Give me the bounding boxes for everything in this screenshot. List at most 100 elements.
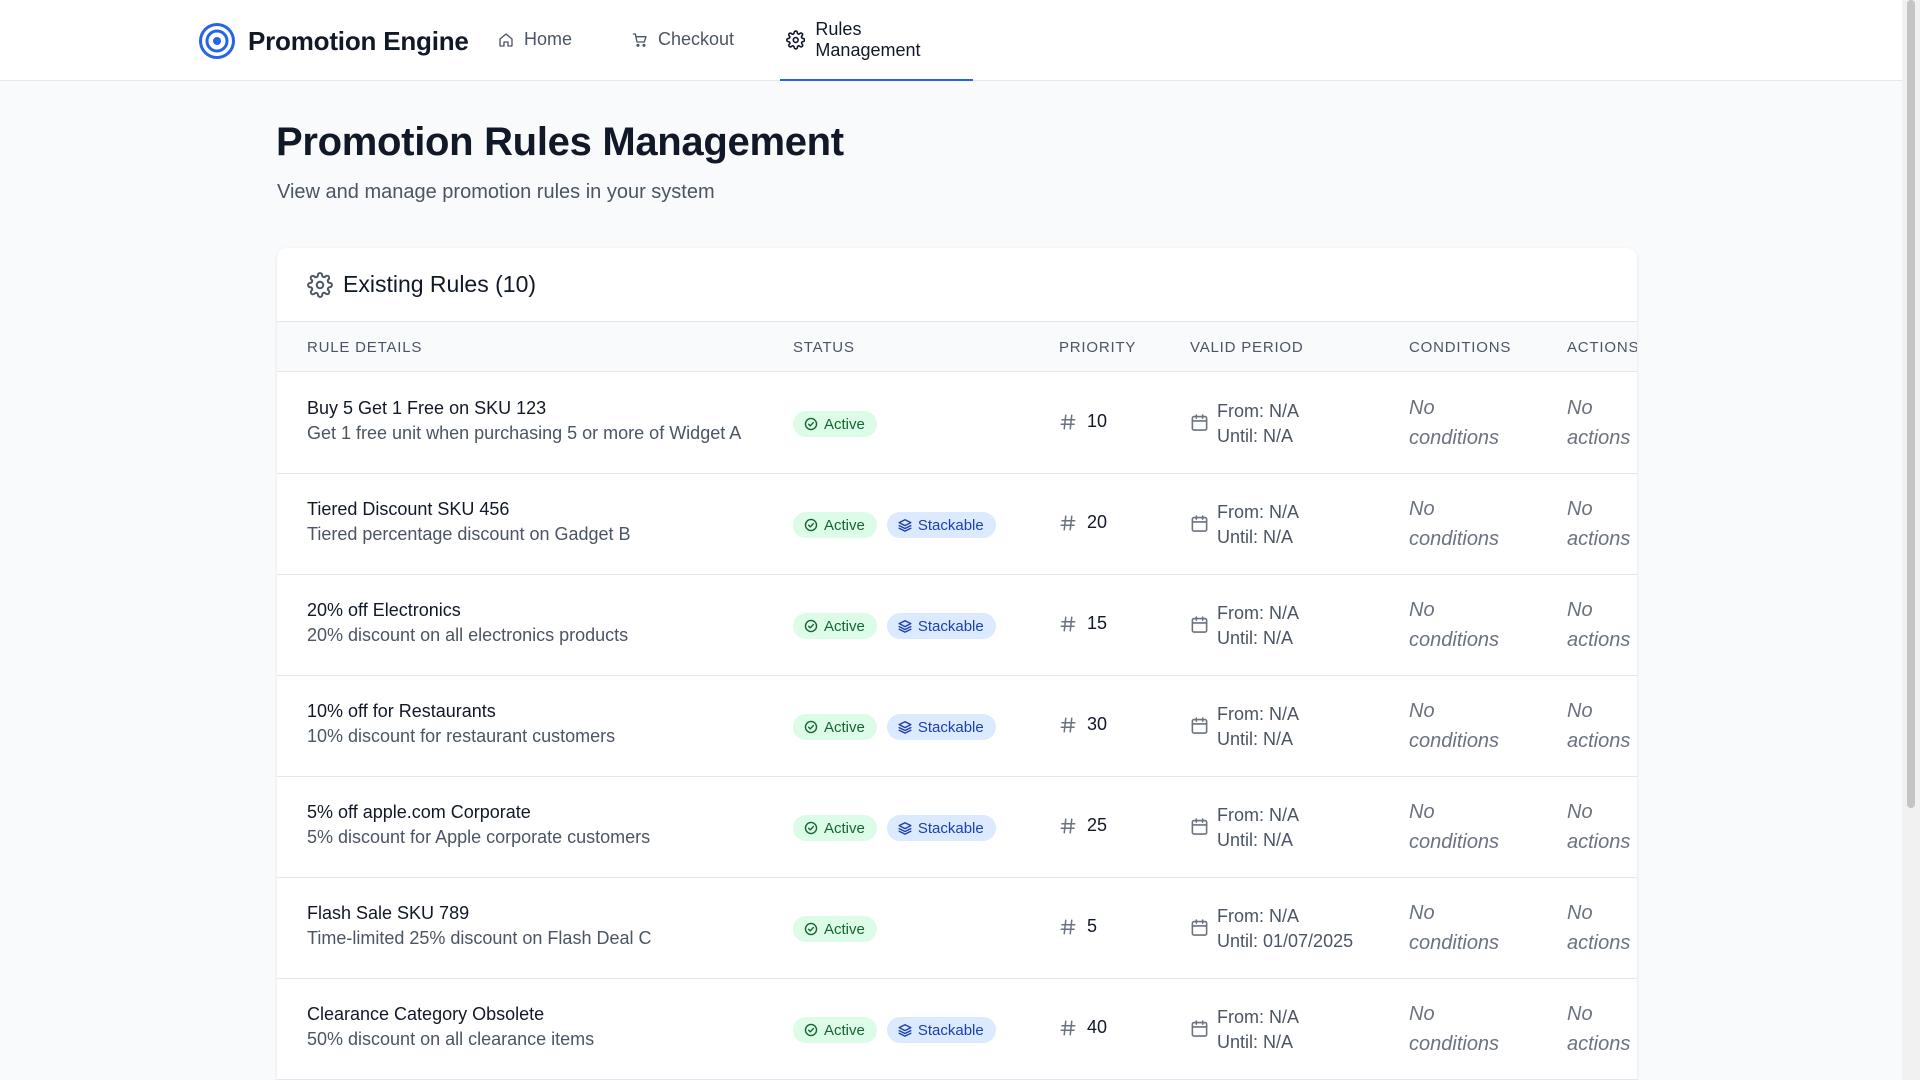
no-label: No bbox=[1567, 1003, 1593, 1025]
actions-label: actions bbox=[1567, 629, 1631, 651]
table-row[interactable]: 10% off for Restaurants 10% discount for … bbox=[277, 676, 1637, 777]
conditions-label: conditions bbox=[1409, 427, 1500, 449]
rule-valid-period: From: N/A Until: N/A bbox=[1190, 803, 1299, 853]
valid-from: From: N/A bbox=[1217, 805, 1300, 825]
table-row[interactable]: Tiered Discount SKU 456 Tiered percentage… bbox=[277, 474, 1637, 575]
rule-valid-period: From: N/A Until: N/A bbox=[1190, 399, 1299, 449]
valid-until: Until: N/A bbox=[1217, 628, 1294, 648]
conditions-label: conditions bbox=[1409, 528, 1500, 550]
rule-name: Clearance Category Obsolete bbox=[307, 1004, 545, 1024]
check-circle-icon bbox=[804, 417, 818, 431]
no-label: No bbox=[1409, 1003, 1435, 1025]
priority-value: 40 bbox=[1087, 1017, 1108, 1037]
rule-priority: 10 bbox=[1059, 411, 1107, 432]
col-conditions: Conditions bbox=[1409, 339, 1512, 356]
no-label: No bbox=[1409, 801, 1435, 823]
gear-icon bbox=[786, 29, 806, 50]
hash-icon bbox=[1060, 515, 1076, 530]
nav-checkout-label: Checkout bbox=[657, 29, 734, 49]
valid-until: Until: N/A bbox=[1217, 729, 1294, 749]
page-scrollbar[interactable] bbox=[1902, 0, 1920, 1080]
card-title: Existing Rules (10) bbox=[343, 271, 537, 297]
rule-name: 20% off Electronics bbox=[307, 600, 461, 620]
brand-name: Promotion Engine bbox=[248, 25, 469, 56]
rule-status: Active bbox=[793, 916, 877, 942]
rule-conditions: No conditions bbox=[1409, 494, 1519, 554]
no-label: No bbox=[1567, 801, 1593, 823]
check-circle-icon bbox=[804, 619, 818, 633]
priority-value: 10 bbox=[1087, 411, 1108, 431]
priority-value: 30 bbox=[1087, 714, 1108, 734]
rule-details: Buy 5 Get 1 Free on SKU 123 Get 1 free un… bbox=[307, 398, 741, 444]
no-label: No bbox=[1567, 599, 1593, 621]
table-row[interactable]: 5% off apple.com Corporate 5% discount fo… bbox=[277, 777, 1637, 878]
rule-details: 5% off apple.com Corporate 5% discount fo… bbox=[307, 802, 650, 848]
hash-icon bbox=[1060, 717, 1076, 732]
rule-priority: 25 bbox=[1059, 815, 1107, 836]
check-circle-icon bbox=[804, 518, 818, 532]
rule-actions: No actions bbox=[1567, 898, 1637, 958]
actions-label: actions bbox=[1567, 730, 1631, 752]
rule-priority: 20 bbox=[1059, 512, 1107, 533]
check-circle-icon bbox=[804, 720, 818, 734]
badge-label: Active bbox=[824, 516, 865, 534]
actions-label: actions bbox=[1567, 932, 1631, 954]
badge-label: Stackable bbox=[917, 1021, 984, 1039]
status-badge-stackable: Stackable bbox=[886, 1017, 996, 1043]
no-label: No bbox=[1567, 397, 1593, 419]
badge-label: Stackable bbox=[917, 718, 984, 736]
nav-home[interactable]: Home bbox=[492, 0, 578, 81]
no-label: No bbox=[1567, 498, 1593, 520]
scrollbar-thumb[interactable] bbox=[1907, 0, 1915, 808]
conditions-label: conditions bbox=[1409, 1033, 1500, 1055]
rule-actions: No actions bbox=[1567, 999, 1637, 1059]
actions-label: actions bbox=[1567, 831, 1631, 853]
rule-actions: No actions bbox=[1567, 494, 1637, 554]
table-row[interactable]: Flash Sale SKU 789 Time-limited 25% disco… bbox=[277, 878, 1637, 979]
rule-status: Active Stackable bbox=[793, 613, 996, 639]
rule-description: Time-limited 25% discount on Flash Deal … bbox=[307, 928, 652, 948]
hash-icon bbox=[1060, 616, 1076, 631]
rule-status: Active Stackable bbox=[793, 714, 996, 740]
rule-name: Flash Sale SKU 789 bbox=[307, 903, 470, 923]
rule-conditions: No conditions bbox=[1409, 898, 1519, 958]
badge-label: Stackable bbox=[917, 617, 984, 635]
check-circle-icon bbox=[804, 922, 818, 936]
card-header: Existing Rules (10) bbox=[277, 248, 1637, 322]
priority-value: 20 bbox=[1087, 512, 1108, 532]
hash-icon bbox=[1060, 818, 1076, 833]
table-row[interactable]: Buy 5 Get 1 Free on SKU 123 Get 1 free un… bbox=[277, 373, 1637, 474]
table-header: Rule Details Status Priority Valid Perio… bbox=[277, 322, 1637, 372]
priority-value: 25 bbox=[1087, 815, 1108, 835]
table-row[interactable]: Clearance Category Obsolete 50% discount … bbox=[277, 979, 1637, 1080]
top-navbar: Promotion Engine Home Checkout Rules Man… bbox=[0, 0, 1902, 81]
check-circle-icon bbox=[804, 1023, 818, 1037]
valid-until: Until: N/A bbox=[1217, 527, 1294, 547]
rule-valid-period: From: N/A Until: N/A bbox=[1190, 1005, 1299, 1055]
status-badge-active: Active bbox=[793, 613, 877, 639]
calendar-icon bbox=[1191, 919, 1208, 936]
rule-description: 50% discount on all clearance items bbox=[307, 1029, 595, 1049]
badge-label: Stackable bbox=[917, 819, 984, 837]
nav-rules-management[interactable]: Rules Management bbox=[780, 0, 973, 81]
nav-checkout[interactable]: Checkout bbox=[626, 0, 740, 81]
rule-valid-period: From: N/A Until: N/A bbox=[1190, 500, 1299, 550]
status-badge-active: Active bbox=[793, 512, 877, 538]
rule-description: Get 1 free unit when purchasing 5 or mor… bbox=[307, 423, 742, 443]
rule-details: Flash Sale SKU 789 Time-limited 25% disco… bbox=[307, 903, 651, 949]
rule-status: Active Stackable bbox=[793, 1017, 996, 1043]
rule-description: Tiered percentage discount on Gadget B bbox=[307, 524, 631, 544]
rule-name: 10% off for Restaurants bbox=[307, 701, 496, 721]
rule-description: 20% discount on all electronics products bbox=[307, 625, 629, 645]
table-row[interactable]: 20% off Electronics 20% discount on all e… bbox=[277, 575, 1637, 676]
calendar-icon bbox=[1191, 414, 1208, 431]
actions-label: actions bbox=[1567, 1033, 1631, 1055]
rule-conditions: No conditions bbox=[1409, 393, 1519, 453]
valid-from: From: N/A bbox=[1217, 401, 1300, 421]
valid-until: Until: 01/07/2025 bbox=[1217, 931, 1354, 951]
calendar-icon bbox=[1191, 616, 1208, 633]
brand[interactable]: Promotion Engine bbox=[198, 21, 469, 61]
page-title: Promotion Rules Management bbox=[276, 120, 844, 164]
calendar-icon bbox=[1191, 717, 1208, 734]
layers-icon bbox=[898, 519, 912, 532]
